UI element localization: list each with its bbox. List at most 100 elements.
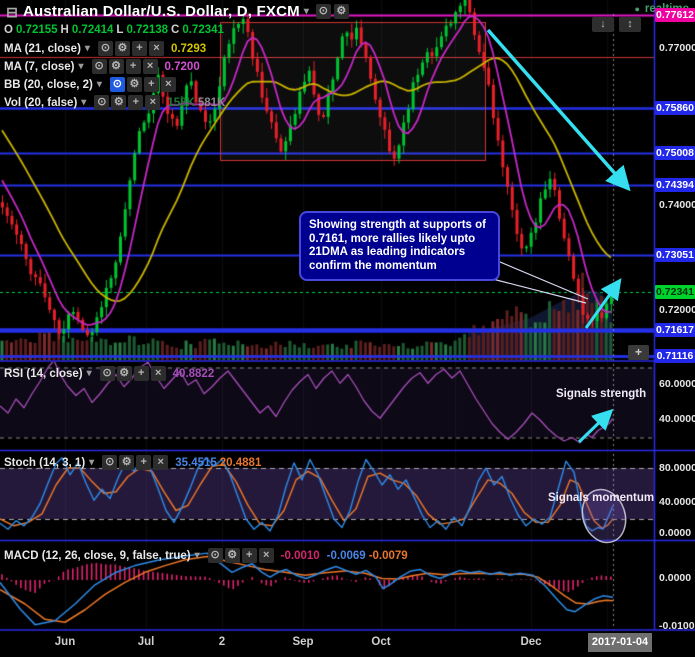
chevron-down-icon[interactable]: ▾ [89,457,94,468]
macd-label[interactable]: MACD (12, 26, close, 9, false, true) [4,550,191,562]
ma21-label[interactable]: MA (21, close) [4,43,81,55]
open-label: O [4,24,13,36]
scale-label: 0.72000 [659,304,695,316]
annotation-note[interactable]: Showing strength at supports of 0.7161, … [299,211,500,281]
scale-label: 40.0000 [659,413,695,425]
macd-line-value: -0.0069 [326,549,366,562]
chevron-down-icon[interactable]: ▾ [97,79,102,90]
rsi-value: 40.8822 [172,367,215,380]
add-alert-button[interactable]: + [628,345,649,360]
low-value: 0.72138 [126,24,169,36]
macd-hist-value: -0.0010 [280,549,320,562]
indicator-row-stoch: Stoch (14, 3, 1) ▾ ⊙ ⚙ + × 35.4515 20.4881 [4,455,261,470]
gear-icon[interactable]: ⚙ [126,77,142,92]
eye-icon[interactable]: ⊙ [91,59,107,74]
chevron-down-icon[interactable]: ▾ [195,550,200,561]
symbol-title[interactable]: Australian Dollar/U.S. Dollar, D, FXCM [23,3,300,20]
close-icon[interactable]: × [258,548,274,563]
indicator-row-vol: Vol (20, false) ▾ ⊙ ⚙ + × 158K 581K [4,95,225,110]
vol-label[interactable]: Vol (20, false) [4,97,77,109]
add-icon[interactable]: + [131,41,147,56]
price-label: 0.75008 [655,146,695,160]
time-tick-label: 2 [218,636,226,648]
close-icon[interactable]: × [142,59,158,74]
close-icon[interactable]: × [145,95,161,110]
close-icon[interactable]: × [148,41,164,56]
gear-icon[interactable]: ⚙ [119,455,135,470]
close-label: C [171,24,180,36]
gear-icon[interactable]: ⚙ [224,548,240,563]
indicator-row-ma7: MA (7, close) ▾ ⊙ ⚙ + × 0.7200 [4,59,200,74]
stoch-label[interactable]: Stoch (14, 3, 1) [4,457,85,469]
gear-icon[interactable]: ⚙ [333,4,349,19]
eye-icon[interactable]: ⊙ [102,455,118,470]
gear-icon[interactable]: ⚙ [116,366,132,381]
chart-window: ⊟ Australian Dollar/U.S. Dollar, D, FXCM… [0,0,695,657]
ma7-label[interactable]: MA (7, close) [4,61,75,73]
eye-icon[interactable]: ⊙ [99,366,115,381]
indicator-controls: ⊙ ⚙ + × [207,548,274,563]
time-tick-label: Jun [54,636,76,648]
add-icon[interactable]: + [133,366,149,381]
gear-icon[interactable]: ⚙ [114,41,130,56]
gear-icon[interactable]: ⚙ [111,95,127,110]
price-label: 0.77612 [655,8,695,22]
time-tick-label: Oct [371,636,391,648]
annotation-signals-strength[interactable]: Signals strength [556,388,646,400]
ohlc-row: O 0.72155 H 0.72414 L 0.72138 C 0.72341 [4,24,224,36]
chevron-down-icon[interactable]: ▾ [79,61,84,72]
move-pane-down-button[interactable]: ↓ [592,17,614,32]
add-icon[interactable]: + [128,95,144,110]
indicator-row-ma21: MA (21, close) ▾ ⊙ ⚙ + × 0.7293 [4,41,206,56]
bb-label[interactable]: BB (20, close, 2) [4,79,93,91]
resize-pane-button[interactable]: ↕ [619,17,641,32]
scale-label: 0.74000 [659,199,695,211]
chevron-down-icon[interactable]: ▾ [304,6,309,17]
high-value: 0.72414 [71,24,114,36]
time-tick-label: Sep [292,636,314,648]
high-label: H [60,24,69,36]
indicator-row-macd: MACD (12, 26, close, 9, false, true) ▾ ⊙… [4,548,408,563]
scale-label: 80.0000 [659,462,695,474]
ma21-value: 0.7293 [170,42,207,55]
add-icon[interactable]: + [136,455,152,470]
indicator-controls: ⊙ ⚙ + × [109,77,176,92]
price-label: 0.71617 [655,323,695,337]
macd-signal-value: -0.0079 [368,549,408,562]
gear-icon[interactable]: ⚙ [108,59,124,74]
price-label: 0.73051 [655,248,695,262]
open-value: 0.72155 [15,24,58,36]
stoch-d-value: 20.4881 [219,456,262,469]
time-tick-label: Dec [520,636,542,648]
add-icon[interactable]: + [125,59,141,74]
close-icon[interactable]: × [153,455,169,470]
indicator-row-rsi: RSI (14, close) ▾ ⊙ ⚙ + × 40.8822 [4,366,214,381]
chart-header: ⊟ Australian Dollar/U.S. Dollar, D, FXCM… [4,3,349,20]
indicator-controls: ⊙ ⚙ + × [99,366,166,381]
annotation-signals-momentum[interactable]: Signals momentum [548,492,654,504]
vol-value: 158K [167,96,195,109]
chevron-down-icon[interactable]: ▾ [85,43,90,54]
chevron-down-icon[interactable]: ▾ [87,368,92,379]
close-value: 0.72341 [182,24,224,36]
price-label: 0.75860 [655,101,695,115]
eye-icon[interactable]: ⊙ [109,77,125,92]
scale-label: 0.0000 [659,527,692,539]
realtime-dot-icon: ● [634,4,640,14]
indicator-controls: ⊙ ⚙ + × [91,59,158,74]
close-icon[interactable]: × [160,77,176,92]
rsi-label[interactable]: RSI (14, close) [4,368,83,380]
eye-icon[interactable]: ⊙ [94,95,110,110]
add-icon[interactable]: + [143,77,159,92]
collapse-pane-icon[interactable]: ⊟ [4,4,20,20]
eye-icon[interactable]: ⊙ [315,4,331,19]
eye-icon[interactable]: ⊙ [207,548,223,563]
scale-label: 0.0000 [659,572,692,584]
scale-label: 40.0000 [659,496,695,508]
eye-icon[interactable]: ⊙ [97,41,113,56]
close-icon[interactable]: × [150,366,166,381]
chevron-down-icon[interactable]: ▾ [81,97,86,108]
low-label: L [116,24,124,36]
add-icon[interactable]: + [241,548,257,563]
scale-label: -0.0100 [659,620,695,632]
